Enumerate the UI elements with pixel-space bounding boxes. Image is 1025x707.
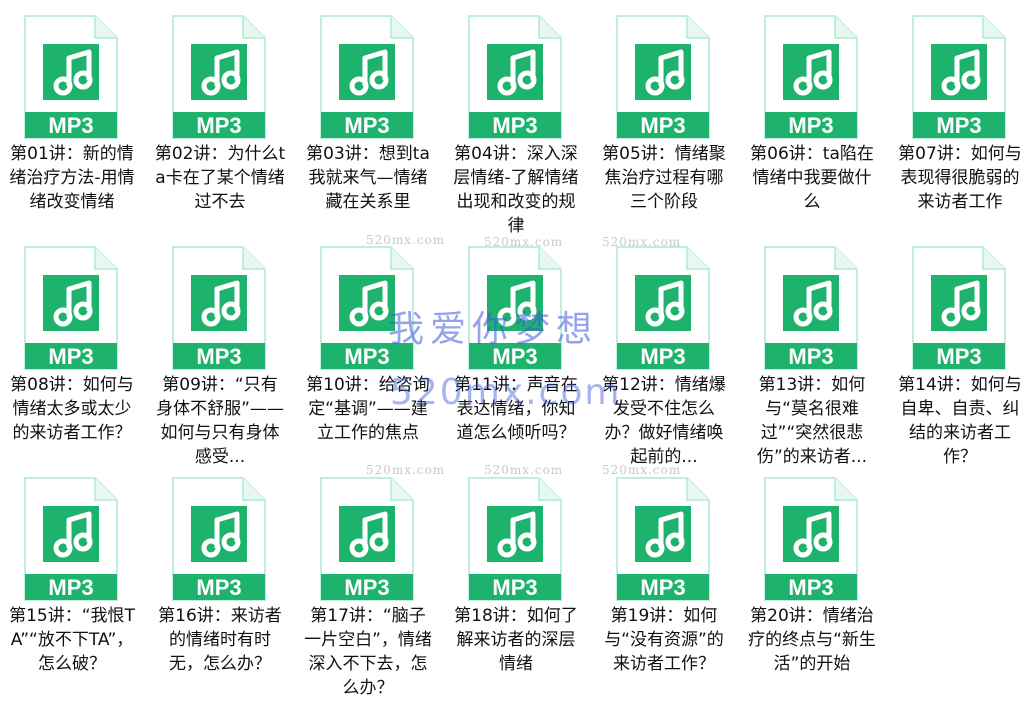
svg-text:MP3: MP3: [48, 113, 93, 138]
file-item[interactable]: MP3 第14讲：如何与自卑、自责、纠结的来访者工作？: [888, 245, 1025, 476]
file-item[interactable]: MP3 第19讲：如何与“没有资源”的来访者工作？: [592, 476, 740, 707]
svg-text:MP3: MP3: [344, 344, 389, 369]
file-name[interactable]: 第17讲：“脑子一片空白”，情绪深入不下去，怎么办？: [302, 604, 434, 700]
watermark-small: 520mx.com: [602, 235, 682, 249]
svg-text:MP3: MP3: [936, 113, 981, 138]
file-item[interactable]: MP3 第02讲：为什么ta卡在了某个情绪过不去: [148, 14, 296, 245]
svg-text:MP3: MP3: [640, 575, 685, 600]
mp3-file-icon[interactable]: MP3: [911, 245, 1007, 371]
file-item[interactable]: MP3 第16讲：来访者的情绪时有时无，怎么办？: [148, 476, 296, 707]
svg-text:MP3: MP3: [344, 575, 389, 600]
watermark-url: 520mx.com: [390, 372, 622, 413]
mp3-file-icon[interactable]: MP3: [171, 14, 267, 140]
mp3-file-icon[interactable]: MP3: [615, 14, 711, 140]
mp3-file-icon[interactable]: MP3: [615, 476, 711, 602]
mp3-file-icon[interactable]: MP3: [319, 476, 415, 602]
mp3-file-icon[interactable]: MP3: [615, 245, 711, 371]
file-name[interactable]: 第13讲：如何与“莫名很难过”“突然很悲伤”的来访者...: [746, 373, 878, 469]
mp3-file-icon[interactable]: MP3: [319, 14, 415, 140]
file-name[interactable]: 第03讲：想到ta我就来气—情绪藏在关系里: [302, 142, 434, 214]
file-item[interactable]: MP3 第04讲：深入深层情绪-了解情绪出现和改变的规律: [444, 14, 592, 245]
file-name[interactable]: 第04讲：深入深层情绪-了解情绪出现和改变的规律: [450, 142, 582, 238]
mp3-file-icon[interactable]: MP3: [763, 245, 859, 371]
mp3-file-icon[interactable]: MP3: [467, 476, 563, 602]
file-name[interactable]: 第05讲：情绪聚焦治疗过程有哪三个阶段: [598, 142, 730, 214]
mp3-file-icon[interactable]: MP3: [171, 476, 267, 602]
svg-text:MP3: MP3: [788, 113, 833, 138]
mp3-file-icon[interactable]: MP3: [911, 14, 1007, 140]
svg-text:MP3: MP3: [640, 113, 685, 138]
file-name[interactable]: 第15讲：“我恨TA”“放不下TA”，怎么破？: [6, 604, 138, 676]
file-item[interactable]: MP3 第03讲：想到ta我就来气—情绪藏在关系里: [296, 14, 444, 245]
file-name[interactable]: 第08讲：如何与情绪太多或太少的来访者工作？: [6, 373, 138, 445]
file-item[interactable]: MP3 第15讲：“我恨TA”“放不下TA”，怎么破？: [0, 476, 148, 707]
file-item[interactable]: MP3 第11讲：声音在表达情绪，你知道怎么倾听吗？: [444, 245, 592, 476]
svg-text:MP3: MP3: [196, 113, 241, 138]
file-item[interactable]: MP3 第12讲：情绪爆发受不住怎么办？做好情绪唤起前的...: [592, 245, 740, 476]
file-grid: MP3 第01讲：新的情绪治疗方法-用情绪改变情绪 MP3 第02讲：为什么ta…: [0, 0, 1025, 707]
svg-text:MP3: MP3: [48, 344, 93, 369]
mp3-file-icon[interactable]: MP3: [171, 245, 267, 371]
mp3-file-icon[interactable]: MP3: [23, 476, 119, 602]
file-name[interactable]: 第20讲：情绪治疗的终点与“新生活”的开始: [746, 604, 878, 676]
watermark-small: 520mx.com: [366, 463, 446, 477]
watermark-small: 520mx.com: [366, 233, 446, 247]
watermark-small: 520mx.com: [484, 235, 564, 249]
mp3-file-icon[interactable]: MP3: [467, 14, 563, 140]
file-item[interactable]: MP3 第20讲：情绪治疗的终点与“新生活”的开始: [740, 476, 888, 707]
svg-text:MP3: MP3: [344, 113, 389, 138]
svg-text:MP3: MP3: [492, 113, 537, 138]
file-item[interactable]: MP3 第07讲：如何与表现得很脆弱的来访者工作: [888, 14, 1025, 245]
svg-text:MP3: MP3: [936, 344, 981, 369]
svg-text:MP3: MP3: [788, 344, 833, 369]
file-name[interactable]: 第19讲：如何与“没有资源”的来访者工作？: [598, 604, 730, 676]
file-name[interactable]: 第09讲：“只有身体不舒服”——如何与只有身体感受...: [154, 373, 286, 469]
watermark-small: 520mx.com: [602, 463, 682, 477]
svg-text:MP3: MP3: [788, 575, 833, 600]
file-name[interactable]: 第02讲：为什么ta卡在了某个情绪过不去: [154, 142, 286, 214]
svg-text:MP3: MP3: [640, 344, 685, 369]
file-name[interactable]: 第06讲：ta陷在情绪中我要做什么: [746, 142, 878, 214]
file-item[interactable]: MP3 第05讲：情绪聚焦治疗过程有哪三个阶段: [592, 14, 740, 245]
file-name[interactable]: 第16讲：来访者的情绪时有时无，怎么办？: [154, 604, 286, 676]
mp3-file-icon[interactable]: MP3: [23, 14, 119, 140]
file-item[interactable]: MP3 第10讲：给咨询定“基调”——建立工作的焦点: [296, 245, 444, 476]
file-item[interactable]: MP3 第17讲：“脑子一片空白”，情绪深入不下去，怎么办？: [296, 476, 444, 707]
mp3-file-icon[interactable]: MP3: [763, 14, 859, 140]
watermark-small: 520mx.com: [484, 463, 564, 477]
mp3-file-icon[interactable]: MP3: [23, 245, 119, 371]
file-item[interactable]: MP3 第09讲：“只有身体不舒服”——如何与只有身体感受...: [148, 245, 296, 476]
watermark-text: 我爱你梦想: [388, 309, 599, 350]
file-item[interactable]: MP3 第18讲：如何了解来访者的深层情绪: [444, 476, 592, 707]
svg-text:MP3: MP3: [196, 344, 241, 369]
svg-text:MP3: MP3: [196, 575, 241, 600]
svg-text:MP3: MP3: [492, 575, 537, 600]
file-name[interactable]: 第07讲：如何与表现得很脆弱的来访者工作: [894, 142, 1025, 214]
file-item[interactable]: MP3 第08讲：如何与情绪太多或太少的来访者工作？: [0, 245, 148, 476]
mp3-file-icon[interactable]: MP3: [763, 476, 859, 602]
file-item[interactable]: MP3 第06讲：ta陷在情绪中我要做什么: [740, 14, 888, 245]
svg-text:MP3: MP3: [48, 575, 93, 600]
file-name[interactable]: 第14讲：如何与自卑、自责、纠结的来访者工作？: [894, 373, 1025, 469]
file-item[interactable]: MP3 第01讲：新的情绪治疗方法-用情绪改变情绪: [0, 14, 148, 245]
file-name[interactable]: 第01讲：新的情绪治疗方法-用情绪改变情绪: [6, 142, 138, 214]
file-name[interactable]: 第18讲：如何了解来访者的深层情绪: [450, 604, 582, 676]
file-item[interactable]: MP3 第13讲：如何与“莫名很难过”“突然很悲伤”的来访者...: [740, 245, 888, 476]
